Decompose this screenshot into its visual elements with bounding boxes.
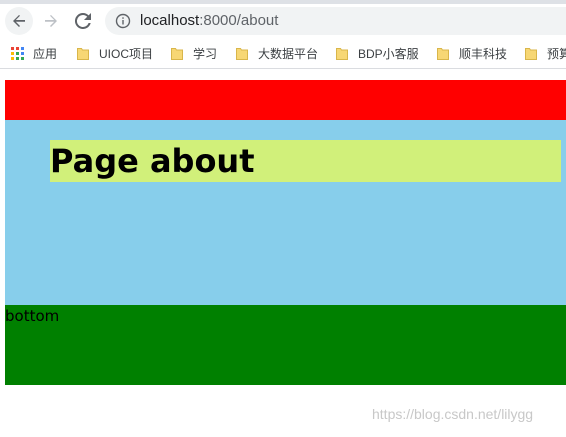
address-bar[interactable]: localhost:8000/about: [105, 7, 566, 35]
bookmark-label: 应用: [33, 46, 58, 61]
page-viewport: Page about bottom https://blog.csdn.net/…: [0, 69, 566, 437]
url-path: :8000/about: [199, 12, 279, 29]
folder-icon: [336, 47, 348, 60]
bookmarks-bar: 应用 UIOC项目 学习 大数据平台 BDP小客服 顺丰科技 预算: [0, 38, 566, 69]
bookmark-label: 预算: [547, 46, 566, 61]
url-host: localhost: [140, 12, 200, 29]
title-box: Page about: [50, 140, 561, 182]
footer-band: bottom: [5, 305, 566, 385]
header-band: [5, 80, 566, 120]
folder-icon: [525, 47, 537, 60]
bookmark-label: 顺丰科技: [459, 46, 508, 61]
watermark: https://blog.csdn.net/lilygg: [372, 406, 534, 422]
bookmark-label: BDP小客服: [358, 46, 419, 61]
bookmark-label: 大数据平台: [258, 46, 319, 61]
reload-button[interactable]: [69, 7, 97, 35]
folder-icon: [236, 47, 248, 60]
bookmark-label: 学习: [193, 46, 218, 61]
footer-text: bottom: [5, 307, 60, 325]
folder-icon: [171, 47, 183, 60]
page-title: Page about: [50, 142, 255, 180]
browser-window: localhost:8000/about 应用 UIOC项目 学习 大数据平台 …: [0, 0, 566, 437]
back-button[interactable]: [5, 7, 33, 35]
apps-grid-icon: [11, 46, 24, 60]
info-icon[interactable]: [115, 13, 131, 29]
bookmark-study[interactable]: 学习: [171, 38, 217, 68]
bookmark-bigdata[interactable]: 大数据平台: [236, 38, 318, 68]
bookmark-sf-tech[interactable]: 顺丰科技: [437, 38, 507, 68]
folder-icon: [437, 47, 449, 60]
reload-icon: [75, 13, 91, 29]
bookmark-apps[interactable]: 应用: [11, 38, 57, 68]
folder-icon: [77, 47, 89, 60]
arrow-left-icon: [13, 15, 25, 27]
url-text[interactable]: localhost:8000/about: [140, 7, 278, 35]
bookmark-bdp[interactable]: BDP小客服: [336, 38, 419, 68]
arrow-right-icon: [45, 15, 57, 27]
browser-toolbar: localhost:8000/about: [0, 4, 566, 38]
bookmark-uioc[interactable]: UIOC项目: [77, 38, 153, 68]
bookmark-label: UIOC项目: [99, 46, 154, 61]
bookmark-budget[interactable]: 预算: [525, 38, 566, 68]
forward-button[interactable]: [37, 7, 65, 35]
